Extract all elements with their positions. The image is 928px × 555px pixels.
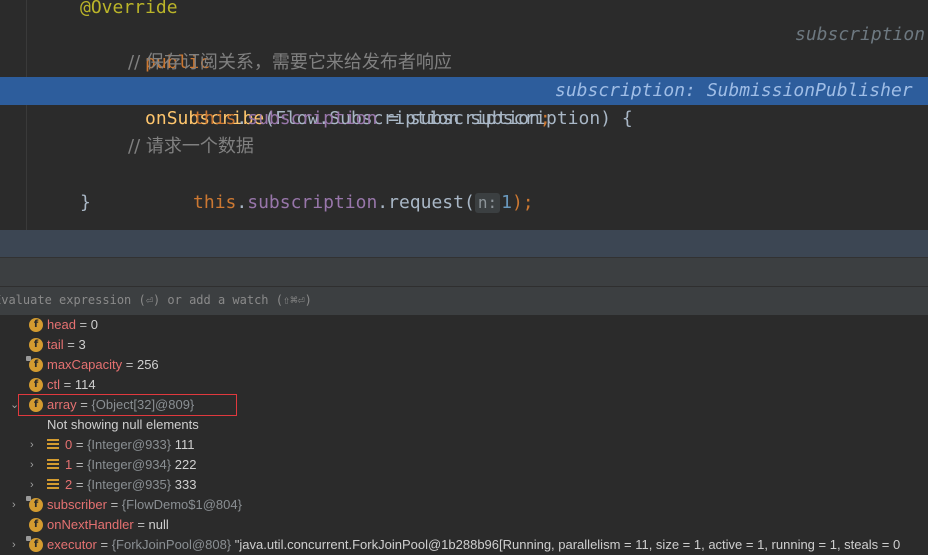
field-icon: f — [29, 338, 43, 352]
var-row-element-0[interactable]: › 0 = {Integer@933} 111 — [0, 435, 928, 455]
debugger-toolbar — [0, 257, 928, 287]
var-row-executor[interactable]: › f executor = {ForkJoinPool@808} "java.… — [0, 535, 928, 555]
inline-debug-hint-param: subscription — [795, 24, 926, 45]
field-icon: f — [29, 318, 43, 332]
code-line-request-call: this.subscription.request(n: 1); — [193, 192, 534, 213]
evaluate-placeholder: Evaluate expression (⏎) or add a watch (… — [0, 293, 312, 307]
evaluate-expression-input[interactable]: Evaluate expression (⏎) or add a watch (… — [0, 286, 928, 316]
var-row-onnexthandler[interactable]: f onNextHandler = null — [0, 515, 928, 535]
inline-debug-hint-value: subscription: SubmissionPublisher — [555, 80, 913, 101]
var-row-tail[interactable]: f tail = 3 — [0, 335, 928, 355]
comment-request-one: // 请求一个数据 — [128, 136, 254, 157]
static-field-icon: f — [26, 536, 43, 552]
code-editor[interactable]: @Override public void onSubscribe(Flow.S… — [0, 0, 928, 230]
field-icon: f — [29, 518, 43, 532]
field-subscription[interactable]: subscription — [247, 108, 377, 129]
var-row-head[interactable]: f head = 0 — [0, 315, 928, 335]
var-row-null-notice: Not showing null elements — [0, 415, 928, 435]
var-row-maxcapacity[interactable]: f maxCapacity = 256 — [0, 355, 928, 375]
array-element-icon — [47, 459, 59, 471]
code-line-comment-2: // 请求一个数据 — [0, 133, 928, 161]
static-field-icon: f — [26, 496, 43, 512]
code-line-annotation: @Override — [0, 0, 928, 22]
comment-save-subscription: // 保存订阅关系，需要它来给发布者响应 — [128, 52, 452, 73]
keyword-this: this — [193, 108, 237, 129]
assignment-rhs: = subscription — [377, 108, 540, 129]
array-element-icon — [47, 479, 59, 491]
var-row-ctl[interactable]: f ctl = 114 — [0, 375, 928, 395]
chevron-right-icon[interactable]: › — [12, 495, 16, 515]
closing-brace: } — [80, 192, 91, 213]
code-line-current-execution[interactable]: this.subscription = subscription; subscr… — [0, 77, 928, 129]
static-field-icon: f — [26, 356, 43, 372]
array-highlight-box — [18, 394, 237, 416]
annotation-override: @Override — [80, 0, 178, 18]
code-line-comment-1: // 保存订阅关系，需要它来给发布者响应 — [0, 49, 928, 77]
var-row-subscriber[interactable]: › f subscriber = {FlowDemo$1@804} — [0, 495, 928, 515]
chevron-right-icon[interactable]: › — [30, 475, 34, 495]
chevron-right-icon[interactable]: › — [12, 535, 16, 555]
array-element-icon — [47, 439, 59, 451]
var-row-element-2[interactable]: › 2 = {Integer@935} 333 — [0, 475, 928, 495]
code-line-close-brace: } — [0, 189, 928, 217]
chevron-right-icon[interactable]: › — [30, 455, 34, 475]
editor-bottom-strip — [0, 230, 928, 257]
var-row-element-1[interactable]: › 1 = {Integer@934} 222 — [0, 455, 928, 475]
chevron-right-icon[interactable]: › — [30, 435, 34, 455]
field-icon: f — [29, 378, 43, 392]
null-elements-notice: Not showing null elements — [47, 417, 199, 432]
code-line-method-signature: public void onSubscribe(Flow.Subscriptio… — [0, 21, 928, 129]
